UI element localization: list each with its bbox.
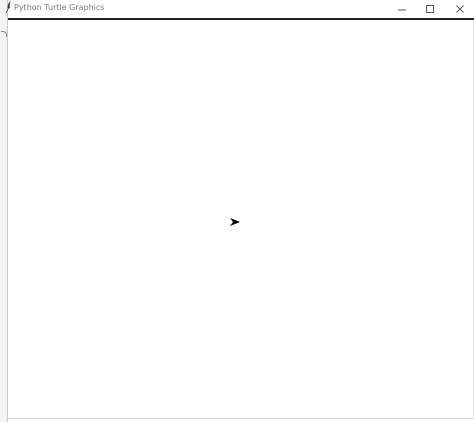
- background-window-mark: [1, 31, 7, 37]
- feather-icon: [5, 1, 11, 13]
- window-bottom-edge: [8, 418, 474, 419]
- window-title: Python Turtle Graphics: [14, 3, 105, 12]
- close-icon: [456, 5, 464, 13]
- maximize-button[interactable]: [417, 0, 443, 18]
- title-bar[interactable]: Python Turtle Graphics: [5, 0, 474, 18]
- close-button[interactable]: [447, 0, 473, 18]
- minimize-icon: [398, 9, 406, 11]
- turtle-canvas[interactable]: [8, 20, 474, 418]
- background-window-edge: [0, 0, 8, 422]
- maximize-icon: [426, 5, 434, 13]
- minimize-button[interactable]: [389, 0, 415, 18]
- turtle-arrow-icon: [230, 218, 240, 226]
- turtle-window: Python Turtle Graphics: [5, 0, 474, 422]
